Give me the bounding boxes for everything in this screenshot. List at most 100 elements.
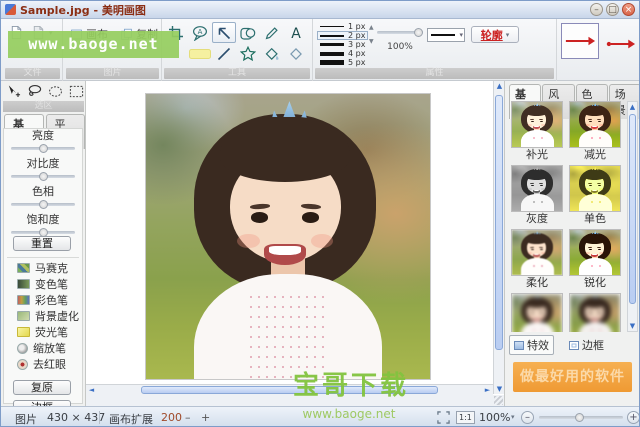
zoom-slider-thumb[interactable] <box>575 413 584 422</box>
photo-bangs <box>583 170 606 180</box>
tab-特效[interactable]: 特效 <box>509 335 554 355</box>
zoom-dropdown-caret[interactable]: ▾ <box>511 413 515 421</box>
fill-bucket-icon[interactable] <box>260 43 284 64</box>
canvas-expand-plus-button[interactable]: + <box>201 411 210 424</box>
scroll-left-icon[interactable]: ◄ <box>86 385 97 395</box>
slider-thumb[interactable] <box>39 144 48 153</box>
pencil-icon[interactable] <box>260 22 284 43</box>
filters-scrollbar[interactable]: ▲ ▼ <box>627 101 638 332</box>
tool-item-变色笔[interactable]: 变色笔 <box>17 276 79 292</box>
line-width-option[interactable]: 5 px <box>317 58 368 67</box>
vertical-scroll-thumb[interactable] <box>495 95 503 350</box>
line-width-label: 3 px <box>348 40 365 49</box>
slider-亮度[interactable] <box>11 147 75 150</box>
filter-thumb[interactable] <box>569 293 621 332</box>
photo-dots <box>247 292 329 379</box>
line-width-option[interactable]: 2 px <box>317 31 368 40</box>
photo-dots <box>588 261 603 275</box>
photo-eyer <box>302 212 319 222</box>
tab-边框[interactable]: 边框 <box>564 335 609 355</box>
photo-shirt <box>521 130 554 147</box>
photo-shirt <box>579 322 612 332</box>
filter-thumb-柔化[interactable]: 柔化 <box>511 229 563 289</box>
outline-button[interactable]: 轮廓 ▾ <box>471 26 519 43</box>
adjust-block-色相: 色相 <box>5 185 81 206</box>
photo-eyel <box>251 212 268 222</box>
line-style-caret[interactable]: ▾ <box>459 31 464 39</box>
zoom-out-button[interactable]: – <box>521 411 534 424</box>
highlight-swatch-icon[interactable] <box>188 43 212 64</box>
select-arrow-icon[interactable] <box>212 22 236 43</box>
line-width-option[interactable]: 1 px <box>317 22 368 31</box>
lasso-icon[interactable] <box>26 84 43 99</box>
opacity-slider-thumb[interactable] <box>414 28 423 37</box>
zoom-slider[interactable] <box>539 416 623 419</box>
vertical-scrollbar[interactable]: ▲ ▼ <box>493 81 504 394</box>
line-style-sample <box>431 34 455 36</box>
slider-饱和度[interactable] <box>11 231 75 234</box>
filter-thumb-减光[interactable]: 减光 <box>569 101 621 161</box>
rect-select-icon[interactable] <box>68 84 85 99</box>
line-sample <box>320 60 344 65</box>
ratio-1-1-button[interactable]: 1:1 <box>456 411 475 424</box>
outline-caret[interactable]: ▾ <box>506 31 510 39</box>
filter-label: 锐化 <box>569 276 621 289</box>
girl-photo <box>146 94 430 379</box>
canvas-area[interactable]: ▲ ▼ ◄ ► <box>86 81 504 406</box>
filters-scroll-down-icon[interactable]: ▼ <box>627 321 638 331</box>
line-style-combo[interactable]: ▾ <box>427 28 465 42</box>
fit-screen-icon[interactable] <box>437 411 450 427</box>
opacity-slider[interactable]: 100% <box>377 31 423 52</box>
star-icon[interactable] <box>236 43 260 64</box>
tool-item-马赛克[interactable]: 马赛克 <box>17 260 79 276</box>
filters-scroll-up-icon[interactable]: ▲ <box>627 102 638 112</box>
tool-item-去红眼[interactable]: 去红眼 <box>17 356 79 372</box>
filter-thumb-补光[interactable]: 补光 <box>511 101 563 161</box>
canvas-expand-minus-button[interactable]: – <box>185 411 191 424</box>
tool-item-缩放笔[interactable]: 缩放笔 <box>17 340 79 356</box>
slider-色相[interactable] <box>11 203 75 206</box>
reset-button[interactable]: 重置 <box>13 236 71 251</box>
scroll-right-icon[interactable]: ► <box>482 385 493 395</box>
tool-item-荧光笔[interactable]: 荧光笔 <box>17 324 79 340</box>
promo-banner[interactable]: 做最好用的软件 <box>513 362 632 392</box>
slider-thumb[interactable] <box>39 172 48 181</box>
filter-thumb-灰度[interactable]: 灰度 <box>511 165 563 225</box>
tool-label: 荧光笔 <box>35 324 68 340</box>
selection-group-label: 选区 <box>3 101 84 112</box>
filter-thumb-锐化[interactable]: 锐化 <box>569 229 621 289</box>
arrow-style-option[interactable] <box>606 35 637 47</box>
move-select-icon[interactable] <box>5 84 22 99</box>
line-width-down-spinner[interactable]: ▼ <box>369 39 374 45</box>
diamond-icon[interactable] <box>284 43 308 64</box>
arrow-style-preview[interactable] <box>561 23 599 59</box>
rounded-shape-icon[interactable] <box>236 22 260 43</box>
callout-text-icon[interactable]: A <box>188 22 212 43</box>
photo-dots <box>530 197 545 211</box>
maximize-button[interactable]: □ <box>606 3 619 16</box>
filter-thumb-单色[interactable]: 单色 <box>569 165 621 225</box>
minimize-button[interactable]: – <box>590 3 603 16</box>
restore-button[interactable]: 复原 <box>13 380 71 395</box>
tool-item-背景虚化[interactable]: 背景虚化 <box>17 308 79 324</box>
line-width-option[interactable]: 4 px <box>317 49 368 58</box>
photo-teeth <box>592 126 598 127</box>
image-size: 430 × 437 <box>47 411 105 424</box>
filters-scroll-thumb[interactable] <box>629 114 636 304</box>
line-icon[interactable] <box>212 43 236 64</box>
group-label-tools: 工具 <box>164 68 310 79</box>
slider-thumb[interactable] <box>39 200 48 209</box>
line-width-up-spinner[interactable]: ▲ <box>369 25 374 31</box>
ellipse-select-icon[interactable] <box>47 84 64 99</box>
slider-对比度[interactable] <box>11 175 75 178</box>
zoom-in-button[interactable]: + <box>627 411 640 424</box>
photo-dots <box>588 133 603 147</box>
close-button[interactable]: × <box>622 3 635 16</box>
line-sample <box>320 26 344 27</box>
filter-label: 减光 <box>569 148 621 161</box>
text-icon[interactable]: A <box>284 22 308 43</box>
line-width-option[interactable]: 3 px <box>317 40 368 49</box>
filter-thumb[interactable] <box>511 293 563 332</box>
tool-item-彩色笔[interactable]: 彩色笔 <box>17 292 79 308</box>
canvas-expand-label: 画布扩展 <box>109 411 153 427</box>
